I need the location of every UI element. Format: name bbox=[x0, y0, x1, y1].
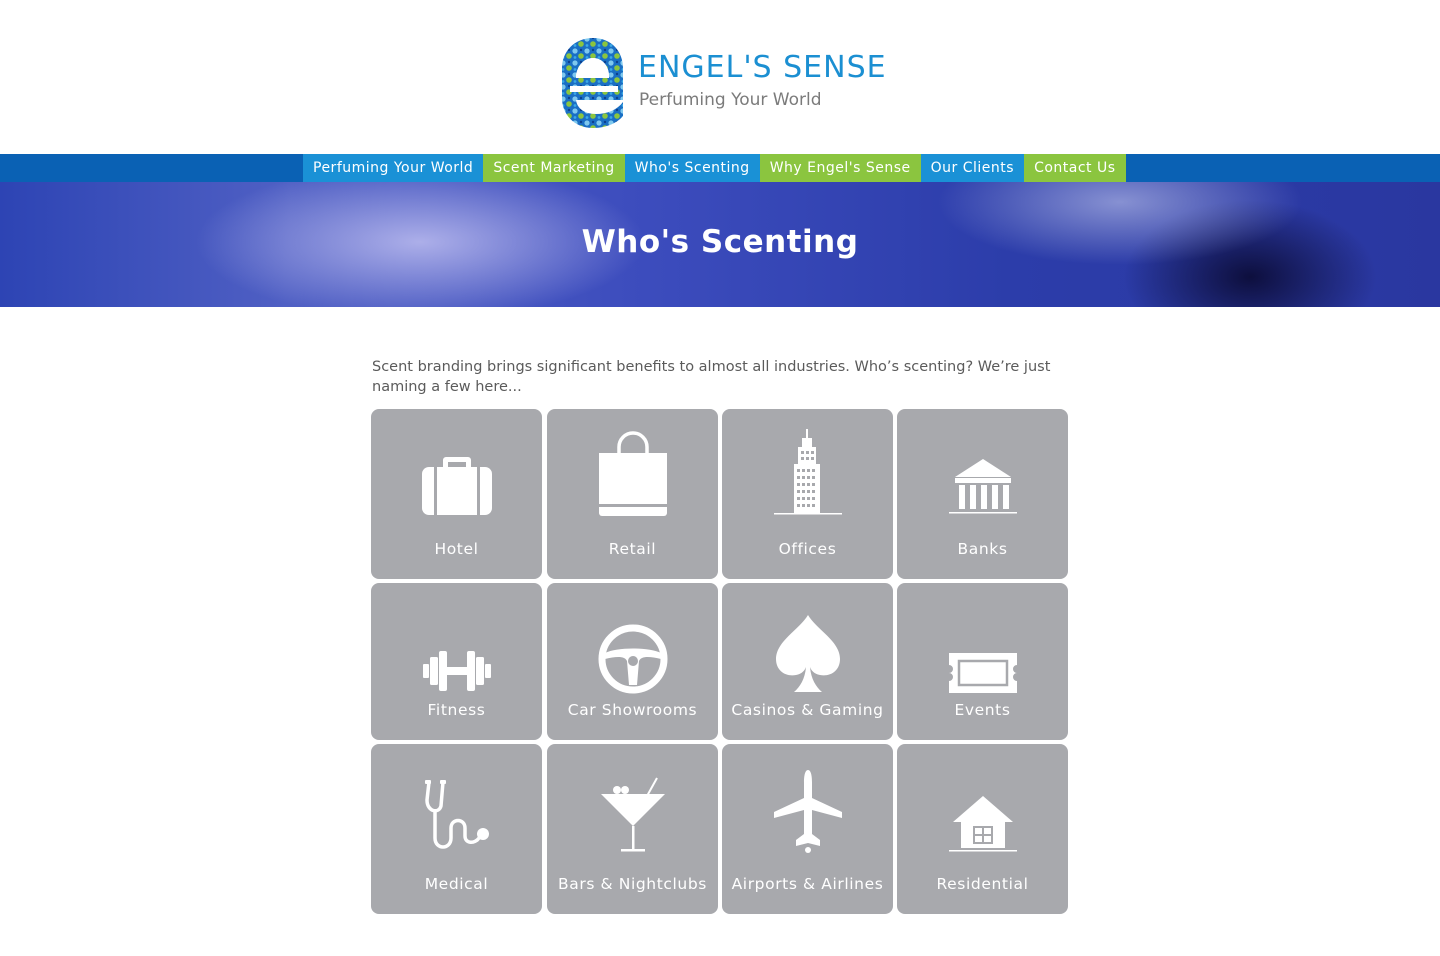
industry-label: Banks bbox=[957, 540, 1008, 558]
industry-label: Events bbox=[954, 701, 1011, 719]
industry-label: Residential bbox=[936, 875, 1029, 893]
industry-label: Medical bbox=[424, 875, 489, 893]
spade-icon bbox=[722, 613, 893, 695]
page-banner: Who's Scenting bbox=[0, 182, 1440, 307]
industry-label: Car Showrooms bbox=[567, 701, 698, 719]
nav-item-scent-marketing[interactable]: Scent Marketing bbox=[483, 154, 625, 182]
industry-label: Offices bbox=[778, 540, 837, 558]
industry-label: Airports & Airlines bbox=[731, 875, 884, 893]
bank-icon bbox=[897, 457, 1068, 517]
main-navbar: Perfuming Your World Scent Marketing Who's… bbox=[0, 154, 1440, 182]
site-logo[interactable]: ENGEL'S SENSE Perfuming Your World bbox=[560, 36, 890, 130]
stethoscope-icon bbox=[371, 778, 542, 854]
nav-item-who-s-scenting[interactable]: Who's Scenting bbox=[624, 154, 760, 182]
industry-tile-offices[interactable]: Offices bbox=[722, 409, 893, 579]
cocktail-icon bbox=[547, 776, 718, 854]
engels-sense-logo-icon bbox=[562, 38, 623, 128]
industry-tile-retail[interactable]: Retail bbox=[547, 409, 718, 579]
industry-tile-hotel[interactable]: Hotel bbox=[371, 409, 542, 579]
industry-tile-medical[interactable]: Medical bbox=[371, 744, 542, 914]
shopping-bag-icon bbox=[547, 429, 718, 517]
industry-tile-casinos-gaming[interactable]: Casinos & Gaming bbox=[722, 583, 893, 740]
nav-item-contact-us[interactable]: Contact Us bbox=[1024, 154, 1126, 182]
industry-tile-events[interactable]: Events bbox=[897, 583, 1068, 740]
intro-text: Scent branding brings significant benefi… bbox=[372, 359, 1051, 395]
industry-tile-fitness[interactable]: Fitness bbox=[371, 583, 542, 740]
airplane-icon bbox=[722, 768, 893, 854]
steering-wheel-icon bbox=[547, 623, 718, 695]
industry-tile-airports-airlines[interactable]: Airports & Airlines bbox=[722, 744, 893, 914]
nav-item-why-engel-s-sense[interactable]: Why Engel's Sense bbox=[759, 154, 921, 182]
site-header: ENGEL'S SENSE Perfuming Your World bbox=[0, 0, 1440, 154]
industry-label: Casinos & Gaming bbox=[731, 701, 884, 719]
industry-tile-residential[interactable]: Residential bbox=[897, 744, 1068, 914]
industry-label: Retail bbox=[608, 540, 657, 558]
ticket-icon bbox=[897, 651, 1068, 695]
industry-tile-car-showrooms[interactable]: Car Showrooms bbox=[547, 583, 718, 740]
industry-tile-banks[interactable]: Banks bbox=[897, 409, 1068, 579]
page-title: Who's Scenting bbox=[581, 224, 859, 260]
house-icon bbox=[897, 794, 1068, 854]
industry-label: Fitness bbox=[427, 701, 486, 719]
brand-tagline: Perfuming Your World bbox=[639, 90, 822, 110]
industry-tile-bars-nightclubs[interactable]: Bars & Nightclubs bbox=[547, 744, 718, 914]
skyscraper-icon bbox=[722, 429, 893, 517]
nav-item-our-clients[interactable]: Our Clients bbox=[920, 154, 1025, 182]
dumbbell-icon bbox=[371, 647, 542, 695]
industry-label: Hotel bbox=[434, 540, 479, 558]
suitcase-icon bbox=[371, 453, 542, 517]
industry-label: Bars & Nightclubs bbox=[558, 875, 707, 893]
main-nav: Perfuming Your World Scent Marketing Who's… bbox=[303, 154, 1126, 182]
nav-item-perfuming-your-world[interactable]: Perfuming Your World bbox=[303, 154, 484, 182]
brand-name: ENGEL'S SENSE bbox=[638, 50, 887, 85]
